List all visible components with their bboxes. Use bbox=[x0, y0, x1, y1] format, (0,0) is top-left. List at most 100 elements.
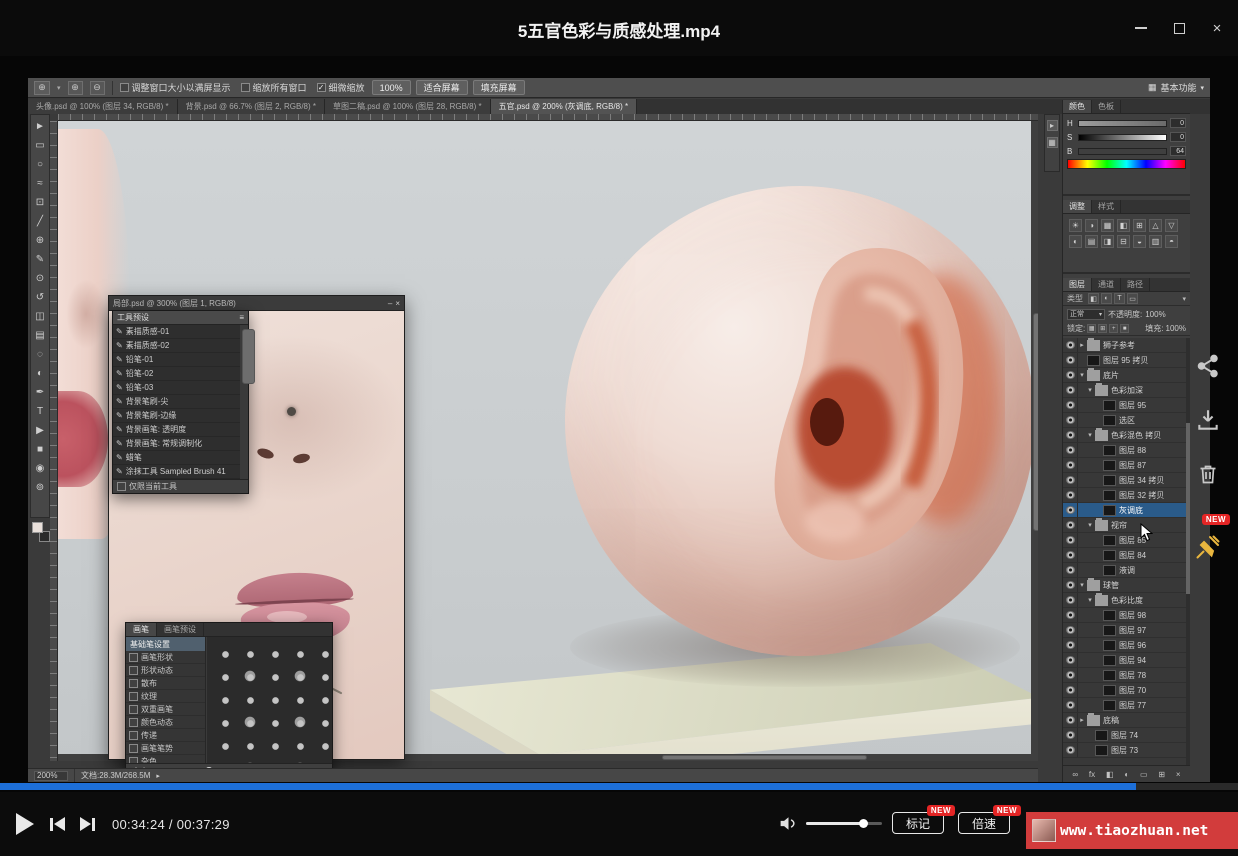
layer-name[interactable]: 图层 84 bbox=[1119, 550, 1146, 561]
color-spectrum-bar[interactable] bbox=[1067, 159, 1186, 169]
share-button[interactable] bbox=[1194, 352, 1222, 380]
preset-row[interactable]: ✎ 蜡笔 bbox=[113, 451, 240, 465]
document-tab[interactable]: 五官.psd @ 200% (灰调底, RGB/8) * bbox=[491, 99, 638, 114]
doc-close-icon[interactable]: × bbox=[395, 299, 400, 308]
layer-name[interactable]: 底稿 bbox=[1103, 715, 1119, 726]
tool-presets-panel[interactable]: 工具预设 ≡ ✎ 素描质感-01 ✎ 素描质感-02 ✎ bbox=[112, 310, 249, 494]
layer-name[interactable]: 图层 95 拷贝 bbox=[1103, 355, 1148, 366]
tool-button[interactable]: ⊡ bbox=[31, 193, 49, 212]
presets-scrollbar[interactable] bbox=[240, 325, 248, 479]
layer-row[interactable]: 图层 77 bbox=[1063, 698, 1190, 713]
lock-icon[interactable]: ⊞ bbox=[1098, 324, 1107, 333]
tool-button[interactable]: ◌ bbox=[31, 345, 49, 364]
visibility-toggle[interactable] bbox=[1063, 413, 1078, 428]
zoom-preset-button[interactable]: 适合屏幕 bbox=[416, 80, 468, 95]
layer-name[interactable]: 液调 bbox=[1119, 565, 1135, 576]
visibility-toggle[interactable] bbox=[1063, 458, 1078, 473]
preset-row[interactable]: ✎ 背景画笔: 常规调制化 bbox=[113, 437, 240, 451]
visibility-toggle[interactable] bbox=[1063, 623, 1078, 638]
tool-button[interactable]: ≈ bbox=[31, 174, 49, 193]
layer-row[interactable]: 图层 95 bbox=[1063, 398, 1190, 413]
canvas-vertical-scrollbar[interactable] bbox=[1031, 121, 1038, 761]
adjustments-tab[interactable]: 调整 bbox=[1063, 200, 1092, 213]
layer-row[interactable]: 图层 97 bbox=[1063, 623, 1190, 638]
layer-row[interactable]: 图层 73 bbox=[1063, 743, 1190, 758]
layers-action-icon[interactable]: ⊞ bbox=[1158, 770, 1165, 779]
adjustment-icon[interactable]: ⊟ bbox=[1117, 235, 1130, 248]
layer-name[interactable]: 图层 78 bbox=[1119, 670, 1146, 681]
layer-row[interactable]: 图层 70 bbox=[1063, 683, 1190, 698]
layer-name[interactable]: 色彩混色 拷贝 bbox=[1111, 430, 1161, 441]
preset-row[interactable]: ✎ 铅笔-02 bbox=[113, 367, 240, 381]
layer-row[interactable]: 图层 87 bbox=[1063, 458, 1190, 473]
visibility-toggle[interactable] bbox=[1063, 443, 1078, 458]
tool-button[interactable]: ⊙ bbox=[31, 269, 49, 288]
color-tab[interactable]: 色板 bbox=[1092, 100, 1121, 113]
layer-name[interactable]: 色彩比度 bbox=[1111, 595, 1143, 606]
delete-button[interactable] bbox=[1194, 460, 1222, 488]
adjustment-icon[interactable]: ◒ bbox=[1133, 235, 1146, 248]
group-caret-icon[interactable]: ▾ bbox=[1086, 386, 1094, 394]
volume-knob[interactable] bbox=[859, 819, 868, 828]
layer-row[interactable]: 选区 bbox=[1063, 413, 1190, 428]
lock-icon[interactable]: ■ bbox=[1120, 324, 1129, 333]
brush-option-row[interactable]: ✓ 散布 bbox=[126, 677, 205, 690]
fill-value[interactable]: 100% bbox=[1166, 324, 1186, 333]
layer-row[interactable]: 图层 32 拷贝 bbox=[1063, 488, 1190, 503]
visibility-toggle[interactable] bbox=[1063, 533, 1078, 548]
visibility-toggle[interactable] bbox=[1063, 488, 1078, 503]
preset-row[interactable]: ✎ 铅笔-03 bbox=[113, 381, 240, 395]
brush-settings-header[interactable]: 基础笔设置 bbox=[126, 637, 205, 651]
adjustment-icon[interactable]: ◧ bbox=[1117, 219, 1130, 232]
brush-tab[interactable]: 画笔 bbox=[126, 623, 157, 636]
brush-option-row[interactable]: ✓ 双重画笔 bbox=[126, 703, 205, 716]
layer-name[interactable]: 选区 bbox=[1119, 415, 1135, 426]
preset-row[interactable]: ✎ 素描质感-01 bbox=[113, 325, 240, 339]
layer-row[interactable]: 图层 78 bbox=[1063, 668, 1190, 683]
layer-name[interactable]: 底片 bbox=[1103, 370, 1119, 381]
layers-tab[interactable]: 路径 bbox=[1121, 278, 1150, 291]
layer-name[interactable]: 图层 34 拷贝 bbox=[1119, 475, 1164, 486]
tool-button[interactable]: ■ bbox=[31, 440, 49, 459]
group-caret-icon[interactable]: ▾ bbox=[1086, 596, 1094, 604]
layer-name[interactable]: 色彩加深 bbox=[1111, 385, 1143, 396]
layer-row[interactable]: 图层 34 拷贝 bbox=[1063, 473, 1190, 488]
tool-button[interactable]: ◫ bbox=[31, 307, 49, 326]
brush-panel[interactable]: 画笔画笔预设 基础笔设置 ✓ 画笔形状 ✓ 形状动态 bbox=[125, 622, 333, 780]
visibility-toggle[interactable] bbox=[1063, 653, 1078, 668]
tool-button[interactable]: ✎ bbox=[31, 250, 49, 269]
visibility-toggle[interactable] bbox=[1063, 728, 1078, 743]
brush-option-row[interactable]: ✓ 画笔笔势 bbox=[126, 742, 205, 755]
layer-name[interactable]: 图层 95 bbox=[1119, 400, 1146, 411]
layer-name[interactable]: 狮子参考 bbox=[1103, 340, 1135, 351]
brush-option-row[interactable]: ✓ 画笔形状 bbox=[126, 651, 205, 664]
tool-presets-header[interactable]: 工具预设 ≡ bbox=[113, 311, 248, 325]
brush-tab[interactable]: 画笔预设 bbox=[157, 623, 204, 636]
layer-name[interactable]: 图层 73 bbox=[1111, 745, 1138, 756]
layer-row[interactable]: ▾ 色彩加深 bbox=[1063, 383, 1190, 398]
adjustment-icon[interactable]: ◐ bbox=[1069, 235, 1082, 248]
layer-row[interactable]: 图层 95 拷贝 bbox=[1063, 353, 1190, 368]
zoom-preset-button[interactable]: 100% bbox=[372, 80, 411, 95]
layer-row[interactable]: 图层 98 bbox=[1063, 608, 1190, 623]
layer-row[interactable]: ▾ 球管 bbox=[1063, 578, 1190, 593]
preset-row[interactable]: ✎ 背景笔刷-尖 bbox=[113, 395, 240, 409]
visibility-toggle[interactable] bbox=[1063, 743, 1078, 758]
group-caret-icon[interactable]: ▾ bbox=[1078, 581, 1086, 589]
layers-action-icon[interactable]: ▭ bbox=[1140, 770, 1148, 779]
play-button[interactable] bbox=[16, 813, 34, 835]
opacity-value[interactable]: 100% bbox=[1145, 310, 1165, 319]
tool-button[interactable]: ○ bbox=[31, 155, 49, 174]
visibility-toggle[interactable] bbox=[1063, 503, 1078, 518]
adjustment-icon[interactable]: ◑ bbox=[1085, 219, 1098, 232]
brush-preset-grid[interactable] bbox=[207, 637, 332, 763]
tool-button[interactable]: ⊕ bbox=[31, 231, 49, 250]
pin-button[interactable] bbox=[1194, 533, 1222, 561]
slider-track[interactable] bbox=[1078, 134, 1167, 141]
layer-row[interactable]: 图层 94 bbox=[1063, 653, 1190, 668]
history-panel-icon[interactable]: ▸ bbox=[1047, 120, 1058, 131]
slider-track[interactable] bbox=[1078, 148, 1167, 155]
group-caret-icon[interactable]: ▾ bbox=[1086, 431, 1094, 439]
layer-row[interactable]: 图层 85 bbox=[1063, 533, 1190, 548]
video-frame[interactable]: ⊕ ▾ ⊕ ⊖ ✓ 调整窗口大小以满屏显示 ✓ 缩放所有窗口 bbox=[0, 56, 1238, 792]
